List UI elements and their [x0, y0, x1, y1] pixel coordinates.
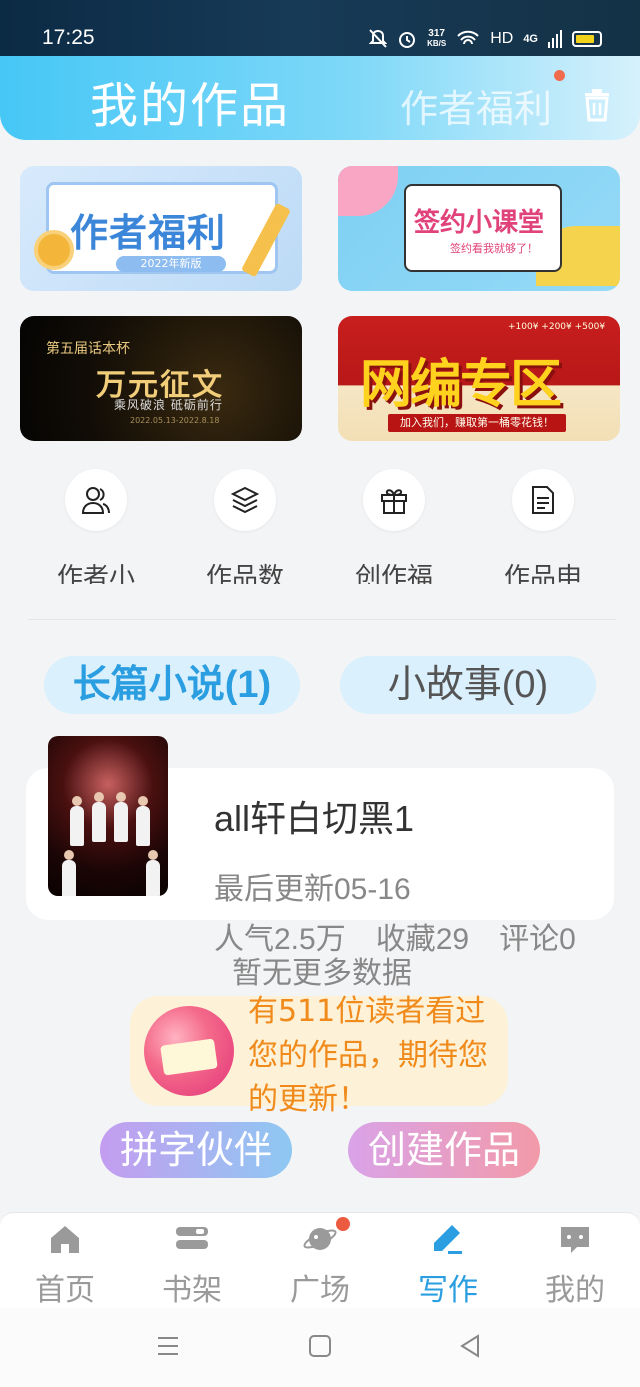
banner-title: 网编专区 — [360, 355, 562, 415]
alarm-clock-icon — [34, 230, 74, 270]
banner-editor-zone[interactable]: +100¥ +200¥ +500¥ 网编专区 加入我们，赚取第一桶零花钱！ — [338, 316, 620, 441]
book-quill-icon — [144, 1006, 234, 1096]
bell-off-icon — [369, 29, 388, 48]
work-comments: 评论0 — [499, 923, 576, 956]
signal-bars-icon — [548, 30, 562, 48]
nav-mine[interactable]: 我的 — [511, 1213, 639, 1309]
system-nav-bar — [0, 1308, 640, 1387]
quick-author-tips[interactable] — [65, 469, 127, 531]
decor-shape — [338, 166, 398, 216]
banner-date: 2022.05.13-2022.8.18 — [130, 416, 220, 425]
create-work-button[interactable]: 创建作品 — [348, 1122, 540, 1178]
back-icon[interactable] — [458, 1334, 482, 1358]
banner-author-benefits[interactable]: 作者福利 2022年新版 — [20, 166, 302, 291]
status-bar: 17:25 317 KB/S HD 4G — [0, 0, 640, 58]
banner-writing-contest[interactable]: 第五届话本杯 万元征文 乘风破浪 砥砺前行 2022.05.13-2022.8.… — [20, 316, 302, 441]
alarm-icon — [399, 32, 416, 48]
home-icon — [51, 1226, 79, 1253]
nav-write[interactable]: 写作 — [384, 1213, 512, 1309]
quick-creation-benefits[interactable] — [363, 469, 425, 531]
bottom-nav: 首页 书架 广场 写作 我的 — [0, 1212, 640, 1308]
author-benefits-link[interactable]: 作者福利 — [400, 78, 552, 133]
nav-bookshelf[interactable]: 书架 — [128, 1213, 256, 1309]
page-title: 我的作品 — [90, 78, 291, 134]
user-group-icon — [81, 487, 110, 514]
reader-notice-text: 有511位读者看过您的作品，期待您的更新！ — [248, 994, 488, 1117]
nav-home[interactable]: 首页 — [1, 1213, 129, 1309]
document-icon — [532, 486, 554, 514]
chat-icon — [561, 1227, 589, 1253]
banner-kicker: 第五届话本杯 — [46, 341, 130, 357]
work-cover-image[interactable] — [48, 736, 168, 896]
nav-label: 书架 — [162, 1273, 222, 1308]
banner-subtitle: 2022年新版 — [116, 256, 226, 272]
partner-button[interactable]: 拼字伙伴 — [100, 1122, 292, 1178]
trash-icon[interactable] — [582, 88, 612, 122]
no-more-data-text: 暂无更多数据 — [232, 956, 412, 991]
home-square-icon[interactable] — [308, 1334, 332, 1358]
status-time: 17:25 — [42, 26, 95, 49]
banner-subtitle: 乘风破浪 砥砺前行 — [114, 398, 223, 412]
net-speed: 317 KB/S — [427, 28, 447, 49]
divider — [28, 619, 616, 620]
signal-indicator: 4G — [523, 33, 538, 45]
pen-icon — [434, 1225, 462, 1254]
nav-label: 首页 — [35, 1273, 95, 1308]
layers-icon — [230, 486, 260, 514]
work-title: all轩白切黑1 — [214, 798, 415, 839]
banner-subtitle: 加入我们，赚取第一桶零花钱！ — [388, 414, 566, 432]
quick-work-application[interactable] — [512, 469, 574, 531]
quick-label: 作品申 — [503, 563, 582, 584]
menu-icon[interactable] — [156, 1334, 180, 1358]
nav-badge — [336, 1217, 350, 1231]
tab-short-story[interactable]: 小故事(0) — [340, 656, 596, 714]
banner-title: 作者福利 — [70, 211, 227, 255]
gift-icon — [381, 489, 407, 514]
tab-long-novel[interactable]: 长篇小说(1) — [44, 656, 300, 714]
nav-label: 我的 — [545, 1273, 605, 1308]
banner-subtitle: 签约看我就够了！ — [450, 242, 538, 255]
quick-work-data[interactable] — [214, 469, 276, 531]
banner-top-text: +100¥ +200¥ +500¥ — [508, 322, 606, 332]
work-last-updated: 最后更新05-16 — [214, 873, 411, 906]
nav-label: 广场 — [290, 1273, 350, 1308]
status-icons: 317 KB/S HD 4G — [369, 24, 602, 54]
nav-label: 写作 — [418, 1273, 478, 1308]
wifi-icon — [457, 30, 479, 45]
page-header: 我的作品 作者福利 — [0, 56, 640, 140]
battery-icon — [572, 31, 602, 47]
bookshelf-icon — [176, 1227, 208, 1249]
banner-title: 签约小课堂 — [414, 208, 545, 238]
nav-plaza[interactable]: 广场 — [256, 1213, 384, 1309]
quick-label: 创作福 — [354, 563, 433, 584]
banner-signing-class[interactable]: 签约小课堂 签约看我就够了！ — [338, 166, 620, 291]
planet-icon — [303, 1228, 337, 1250]
notification-dot — [554, 70, 565, 81]
quick-label: 作者小 — [56, 563, 135, 584]
hd-indicator: HD — [490, 30, 514, 47]
quick-label: 作品数 — [205, 563, 284, 584]
